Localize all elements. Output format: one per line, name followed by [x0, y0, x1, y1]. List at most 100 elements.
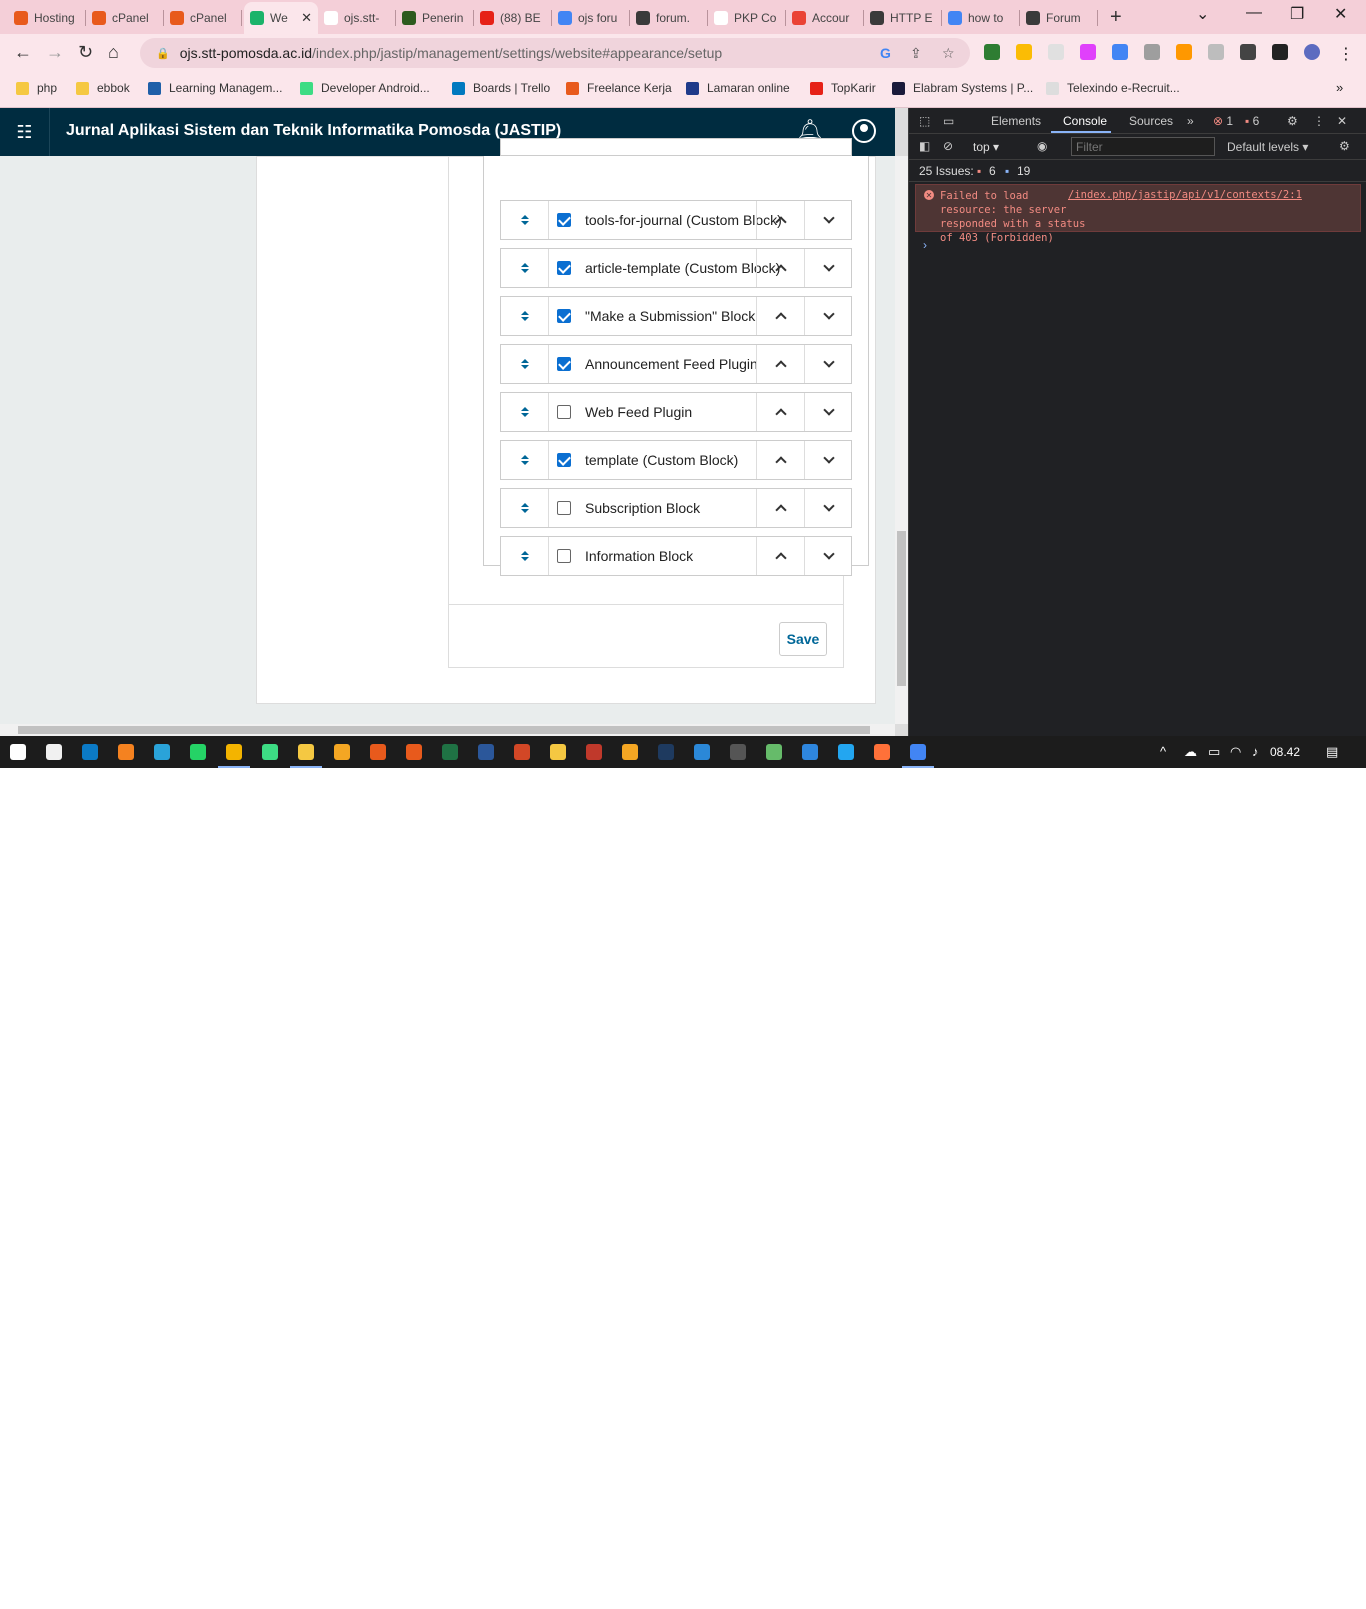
- word-icon[interactable]: [478, 744, 494, 760]
- color-extension-icon[interactable]: [1080, 44, 1096, 60]
- block-enabled-checkbox[interactable]: [557, 309, 571, 323]
- reload-icon[interactable]: ↻: [78, 42, 93, 63]
- move-up-button[interactable]: [756, 393, 804, 431]
- recycle-extension-icon[interactable]: [1208, 44, 1224, 60]
- block-enabled-checkbox[interactable]: [557, 549, 571, 563]
- move-down-button[interactable]: [804, 441, 852, 479]
- notification-center-icon[interactable]: ▤: [1326, 744, 1338, 760]
- move-up-button[interactable]: [756, 201, 804, 239]
- bookmark-item[interactable]: php: [16, 81, 57, 95]
- browser-tab[interactable]: ojs.stt-: [318, 4, 396, 32]
- bookmark-item[interactable]: Freelance Kerja: [566, 81, 672, 95]
- bookmark-item[interactable]: ebbok: [76, 81, 130, 95]
- move-down-button[interactable]: [804, 393, 852, 431]
- filezilla-icon[interactable]: [586, 744, 602, 760]
- log-levels-select[interactable]: Default levels ▾: [1227, 140, 1308, 154]
- back-icon[interactable]: ←: [14, 42, 32, 63]
- block-enabled-checkbox[interactable]: [557, 453, 571, 467]
- browser-tab[interactable]: (88) BE: [474, 4, 552, 32]
- onedrive-icon[interactable]: ☁: [1184, 744, 1197, 760]
- browser-tab[interactable]: PKP Co: [708, 4, 786, 32]
- app-icon[interactable]: [550, 744, 566, 760]
- browser-tab[interactable]: forum.: [630, 4, 708, 32]
- devtools-menu-icon[interactable]: ⋮: [1313, 114, 1325, 128]
- cookie-extension-icon[interactable]: [1176, 44, 1192, 60]
- drag-handle-icon[interactable]: [501, 297, 549, 335]
- block-enabled-checkbox[interactable]: [557, 405, 571, 419]
- console-filter-input[interactable]: [1071, 137, 1215, 156]
- network-icon[interactable]: [802, 744, 818, 760]
- more-tabs-icon[interactable]: »: [1187, 114, 1194, 128]
- move-up-button[interactable]: [756, 537, 804, 575]
- save-button[interactable]: Save: [779, 622, 827, 656]
- app-icon[interactable]: [730, 744, 746, 760]
- browser-tab[interactable]: how to: [942, 4, 1020, 32]
- lock-icon[interactable]: 🔒: [156, 47, 170, 60]
- close-tab-icon[interactable]: ✕: [297, 10, 312, 26]
- telegram-icon[interactable]: [154, 744, 170, 760]
- bookmark-item[interactable]: Lamaran online: [686, 81, 790, 95]
- tab-search-icon[interactable]: ⌄: [1196, 4, 1209, 24]
- app-icon[interactable]: [406, 744, 422, 760]
- bookmark-item[interactable]: Boards | Trello: [452, 81, 550, 95]
- clear-console-icon[interactable]: ⊘: [943, 139, 953, 153]
- move-down-button[interactable]: [804, 201, 852, 239]
- bookmark-item[interactable]: Developer Android...: [300, 81, 430, 95]
- taskbar-clock[interactable]: 08.42: [1270, 745, 1300, 759]
- code-extension-icon[interactable]: [1144, 44, 1160, 60]
- move-down-button[interactable]: [804, 345, 852, 383]
- browser-tab[interactable]: Forum: [1020, 4, 1098, 32]
- sidebar-toggle-icon[interactable]: ◧: [919, 139, 930, 153]
- live-expression-eye-icon[interactable]: ◉: [1037, 139, 1047, 153]
- move-up-button[interactable]: [756, 249, 804, 287]
- vlc-icon[interactable]: [118, 744, 134, 760]
- block-enabled-checkbox[interactable]: [557, 213, 571, 227]
- move-down-button[interactable]: [804, 537, 852, 575]
- move-down-button[interactable]: [804, 489, 852, 527]
- sublime-icon[interactable]: [334, 744, 350, 760]
- console-prompt-icon[interactable]: ›: [923, 238, 927, 252]
- move-up-button[interactable]: [756, 489, 804, 527]
- whatsapp-icon[interactable]: [190, 744, 206, 760]
- devtools-close-icon[interactable]: ✕: [1337, 114, 1347, 128]
- sitemap-icon[interactable]: ☷: [0, 108, 50, 156]
- journal-title[interactable]: Jurnal Aplikasi Sistem dan Teknik Inform…: [66, 122, 561, 140]
- android-studio-icon[interactable]: [262, 744, 278, 760]
- move-down-button[interactable]: [804, 297, 852, 335]
- browser-tab[interactable]: Accour: [786, 4, 864, 32]
- pen-extension-icon[interactable]: [1048, 44, 1064, 60]
- browser-tab[interactable]: We ✕: [244, 2, 318, 34]
- home-icon[interactable]: ⌂: [108, 42, 119, 63]
- bookmark-item[interactable]: TopKarir: [810, 81, 876, 95]
- forward-icon[interactable]: →: [46, 42, 64, 63]
- bookmark-item[interactable]: Elabram Systems | P...: [892, 81, 1033, 95]
- bookmark-star-icon[interactable]: ☆: [942, 45, 955, 62]
- drag-handle-icon[interactable]: [501, 489, 549, 527]
- address-bar[interactable]: 🔒 ojs.stt-pomosda.ac.id/index.php/jastip…: [140, 38, 970, 68]
- context-select[interactable]: top ▾: [973, 140, 999, 154]
- app-icon[interactable]: [766, 744, 782, 760]
- error-count-badge[interactable]: ⊗ 1: [1213, 114, 1233, 128]
- side-panel-icon[interactable]: [1272, 44, 1288, 60]
- error-source-link[interactable]: /index.php/jastip/api/v1/contexts/2:1: [1068, 189, 1302, 201]
- new-tab-button[interactable]: +: [1110, 6, 1122, 29]
- xampp-icon[interactable]: [370, 744, 386, 760]
- firefox-icon[interactable]: [874, 744, 890, 760]
- device-toolbar-icon[interactable]: ▭: [943, 114, 954, 128]
- profile-avatar-icon[interactable]: [1304, 44, 1320, 60]
- wifi-icon[interactable]: ◠: [1230, 744, 1241, 760]
- excel-icon[interactable]: [442, 744, 458, 760]
- drag-handle-icon[interactable]: [501, 537, 549, 575]
- horizontal-scrollbar[interactable]: [0, 724, 895, 736]
- tab-sources[interactable]: Sources: [1129, 114, 1173, 128]
- browser-tab[interactable]: Penerin: [396, 4, 474, 32]
- edge-icon[interactable]: [82, 744, 98, 760]
- bookmark-item[interactable]: Telexindo e-Recruit...: [1046, 81, 1180, 95]
- app-icon[interactable]: [658, 744, 674, 760]
- close-window-button[interactable]: ✕: [1334, 4, 1347, 24]
- browser-tab[interactable]: HTTP E: [864, 4, 942, 32]
- vertical-scrollbar[interactable]: [895, 156, 908, 724]
- google-translate-icon[interactable]: G: [880, 45, 891, 61]
- drag-handle-icon[interactable]: [501, 345, 549, 383]
- volume-icon[interactable]: ♪: [1252, 744, 1259, 759]
